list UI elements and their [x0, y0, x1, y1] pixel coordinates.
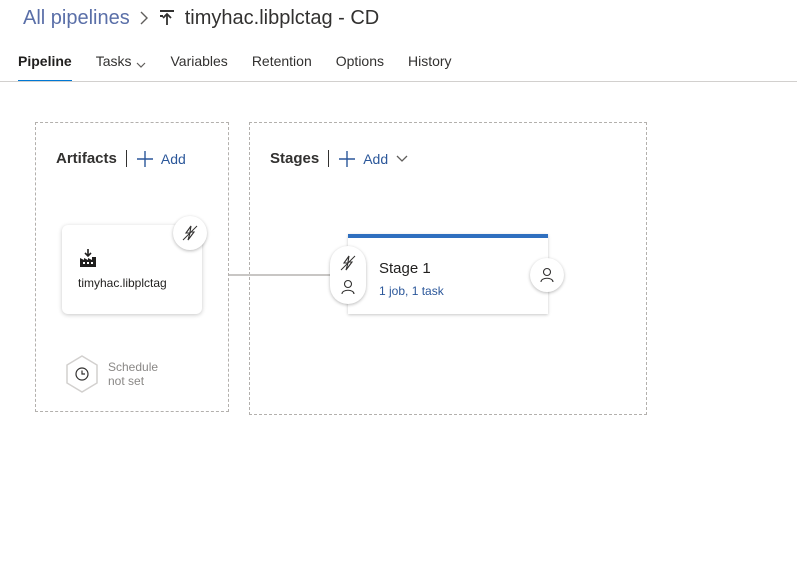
add-artifact-label: Add	[160, 150, 186, 167]
tab-bar: Pipeline Tasks Variables Retention Optio…	[18, 44, 476, 82]
artifact-name: timyhac.libplctag	[78, 276, 167, 290]
schedule-line-1: Schedule	[108, 360, 159, 374]
artifact-stage-connector	[229, 274, 331, 276]
post-deployment-approvals-button[interactable]	[530, 258, 564, 292]
all-pipelines-link[interactable]: All pipelines	[23, 7, 130, 30]
pre-deployment-conditions	[330, 246, 366, 304]
header-divider	[125, 150, 127, 167]
build-artifact-icon	[78, 248, 98, 273]
add-artifact-button[interactable]: Add	[136, 150, 186, 167]
chevron-down-icon	[136, 56, 146, 72]
stage-name: Stage 1	[379, 260, 431, 277]
stage-tasks-link[interactable]: 1 job, 1 task	[379, 284, 444, 298]
person-icon	[539, 267, 555, 283]
tab-divider	[0, 81, 797, 82]
schedule-status: Schedule not set	[108, 360, 158, 388]
tab-variables[interactable]: Variables	[170, 44, 227, 82]
tab-tasks-label: Tasks	[95, 53, 132, 69]
page-title: timyhac.libplctag - CD	[184, 6, 380, 29]
clock-icon	[65, 355, 99, 393]
artifacts-title: Artifacts	[56, 150, 117, 167]
chevron-right-icon	[139, 11, 149, 25]
header-divider	[328, 150, 330, 167]
artifacts-header: Artifacts Add	[56, 150, 186, 167]
breadcrumb: All pipelines timyhac.libplctag - CD	[23, 4, 379, 32]
add-stage-button[interactable]: Add	[339, 150, 408, 167]
tab-retention-label: Retention	[251, 53, 312, 69]
plus-icon	[339, 150, 356, 167]
release-pipeline-icon	[159, 9, 175, 27]
tab-tasks[interactable]: Tasks	[96, 44, 147, 82]
tab-history-label: History	[408, 53, 452, 69]
stage-card[interactable]: Stage 1 1 job, 1 task	[348, 234, 548, 314]
tab-history[interactable]: History	[408, 44, 452, 82]
chevron-down-icon	[396, 155, 408, 163]
tab-pipeline[interactable]: Pipeline	[18, 44, 72, 82]
schedule-line-2: not set	[108, 374, 145, 388]
plus-icon	[136, 150, 153, 167]
tab-options[interactable]: Options	[336, 44, 384, 82]
lightning-icon[interactable]	[340, 255, 356, 271]
add-stage-label: Add	[363, 150, 389, 167]
tab-pipeline-label: Pipeline	[18, 53, 72, 69]
tab-variables-label: Variables	[170, 53, 228, 69]
stages-header: Stages Add	[270, 150, 408, 167]
tab-options-label: Options	[335, 53, 384, 69]
person-icon[interactable]	[340, 279, 356, 295]
stages-title: Stages	[270, 150, 320, 167]
tab-retention[interactable]: Retention	[252, 44, 312, 82]
schedule-trigger[interactable]: Schedule not set	[65, 355, 158, 393]
lightning-icon	[182, 225, 198, 241]
continuous-deployment-trigger-button[interactable]	[173, 216, 207, 250]
